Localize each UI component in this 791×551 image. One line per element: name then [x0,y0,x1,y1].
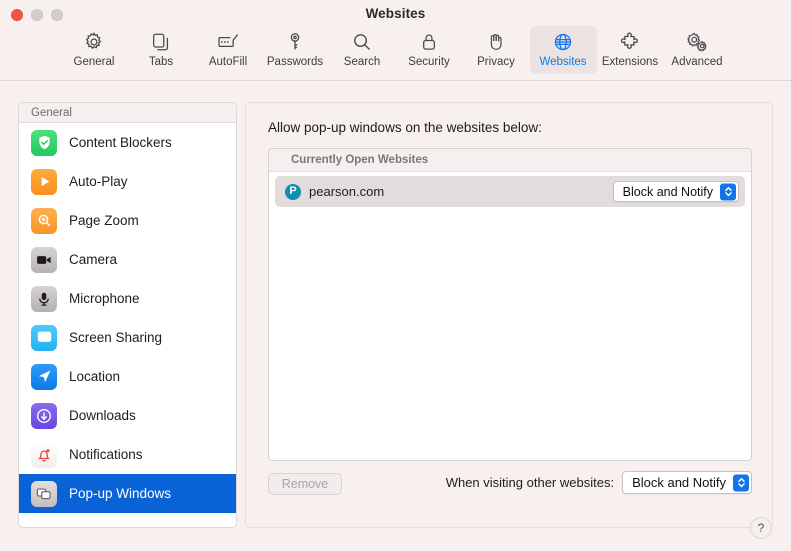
list-group-header-label: Currently Open Websites [291,154,429,166]
toolbar-label: Privacy [477,56,515,68]
site-permission-select[interactable]: Block and Notify [612,181,739,202]
toolbar-label: Advanced [671,56,723,68]
chevron-updown-icon [733,474,749,491]
toolbar-label: Websites [539,56,587,68]
site-name: pearson.com [309,184,385,199]
lock-icon [418,29,440,55]
puzzle-icon [619,29,641,55]
preferences-content: General Content Blockers Auto-Play Page … [0,81,791,551]
sidebar-item-pop-up-windows[interactable]: Pop-up Windows [19,474,236,513]
sidebar-item-label: Downloads [69,408,136,423]
screen-share-icon [31,324,57,351]
sidebar-list: Content Blockers Auto-Play Page Zoom Cam… [19,123,236,527]
preferences-window: Websites General Tabs AutoFill Passwords… [0,0,791,551]
preferences-toolbar: General Tabs AutoFill Passwords Search S… [0,26,791,81]
sidebar-item-label: Location [69,369,121,384]
globe-icon [552,29,574,55]
pop-up-windows-panel: Allow pop-up windows on the websites bel… [245,102,773,528]
help-button[interactable]: ? [750,517,772,539]
sidebar-item-auto-play[interactable]: Auto-Play [19,162,236,201]
sidebar-item-label: Page Zoom [69,213,139,228]
gear-icon [83,29,105,55]
chevron-updown-icon [720,183,736,200]
toolbar-item-autofill[interactable]: AutoFill [195,26,262,74]
toolbar-item-privacy[interactable]: Privacy [463,26,530,74]
toolbar-item-general[interactable]: General [61,26,128,74]
sidebar-item-camera[interactable]: Camera [19,240,236,279]
site-permission-value: Block and Notify [622,184,713,199]
toolbar-label: Security [408,56,450,68]
microphone-icon [31,285,57,312]
window-title: Websites [365,6,426,21]
toolbar-label: Search [343,56,381,68]
play-icon [31,168,57,195]
toolbar-item-advanced[interactable]: Advanced [664,26,731,74]
sidebar-item-microphone[interactable]: Microphone [19,279,236,318]
title-bar: Websites [0,0,791,28]
shield-check-icon [31,129,57,156]
toolbar-item-websites[interactable]: Websites [529,26,597,74]
websites-list: Currently Open Websites P pearson.com Bl… [268,148,752,461]
toolbar-item-security[interactable]: Security [396,26,463,74]
bell-icon [31,441,57,468]
toolbar-label: Extensions [601,56,659,68]
list-group-header: Currently Open Websites [269,149,751,172]
sidebar-item-label: Pop-up Windows [69,486,172,501]
camera-icon [31,246,57,273]
sidebar-item-label: Notifications [69,447,143,462]
sidebar-item-label: Camera [69,252,118,267]
panel-title: Allow pop-up windows on the websites bel… [268,120,542,135]
toolbar-label: Tabs [148,56,174,68]
autofill-icon [216,29,240,55]
sidebar-item-label: Auto-Play [69,174,128,189]
sidebar-item-label: Microphone [69,291,140,306]
sidebar-item-page-zoom[interactable]: Page Zoom [19,201,236,240]
toolbar-label: Passwords [266,56,324,68]
toolbar-item-passwords[interactable]: Passwords [262,26,329,74]
tabs-icon [150,29,172,55]
sidebar-item-notifications[interactable]: Notifications [19,435,236,474]
location-arrow-icon [31,363,57,390]
sidebar-item-label: Screen Sharing [69,330,163,345]
toolbar-label: AutoFill [208,56,248,68]
hand-icon [485,29,507,55]
table-row[interactable]: P pearson.com Block and Notify [275,176,745,207]
sidebar-item-content-blockers[interactable]: Content Blockers [19,123,236,162]
sidebar-header: General [19,103,236,123]
windows-icon [31,480,57,507]
sidebar-item-location[interactable]: Location [19,357,236,396]
toolbar-item-tabs[interactable]: Tabs [128,26,195,74]
default-setting-row: When visiting other websites: Block and … [446,471,752,494]
toolbar-item-search[interactable]: Search [329,26,396,74]
gears-icon [685,29,709,55]
default-setting-label: When visiting other websites: [445,475,615,490]
magnifier-plus-icon [31,207,57,234]
remove-button[interactable]: Remove [268,473,342,495]
pearson-favicon-icon: P [285,183,301,200]
default-permission-select[interactable]: Block and Notify [622,471,752,494]
sidebar-header-label: General [31,106,72,119]
sidebar-item-downloads[interactable]: Downloads [19,396,236,435]
search-icon [351,29,373,55]
sidebar-item-screen-sharing[interactable]: Screen Sharing [19,318,236,357]
download-icon [31,402,57,429]
websites-sidebar: General Content Blockers Auto-Play Page … [18,102,237,528]
key-icon [284,29,306,55]
toolbar-item-extensions[interactable]: Extensions [597,26,664,74]
default-permission-value: Block and Notify [632,475,726,490]
sidebar-item-label: Content Blockers [69,135,172,150]
toolbar-label: General [73,56,115,68]
